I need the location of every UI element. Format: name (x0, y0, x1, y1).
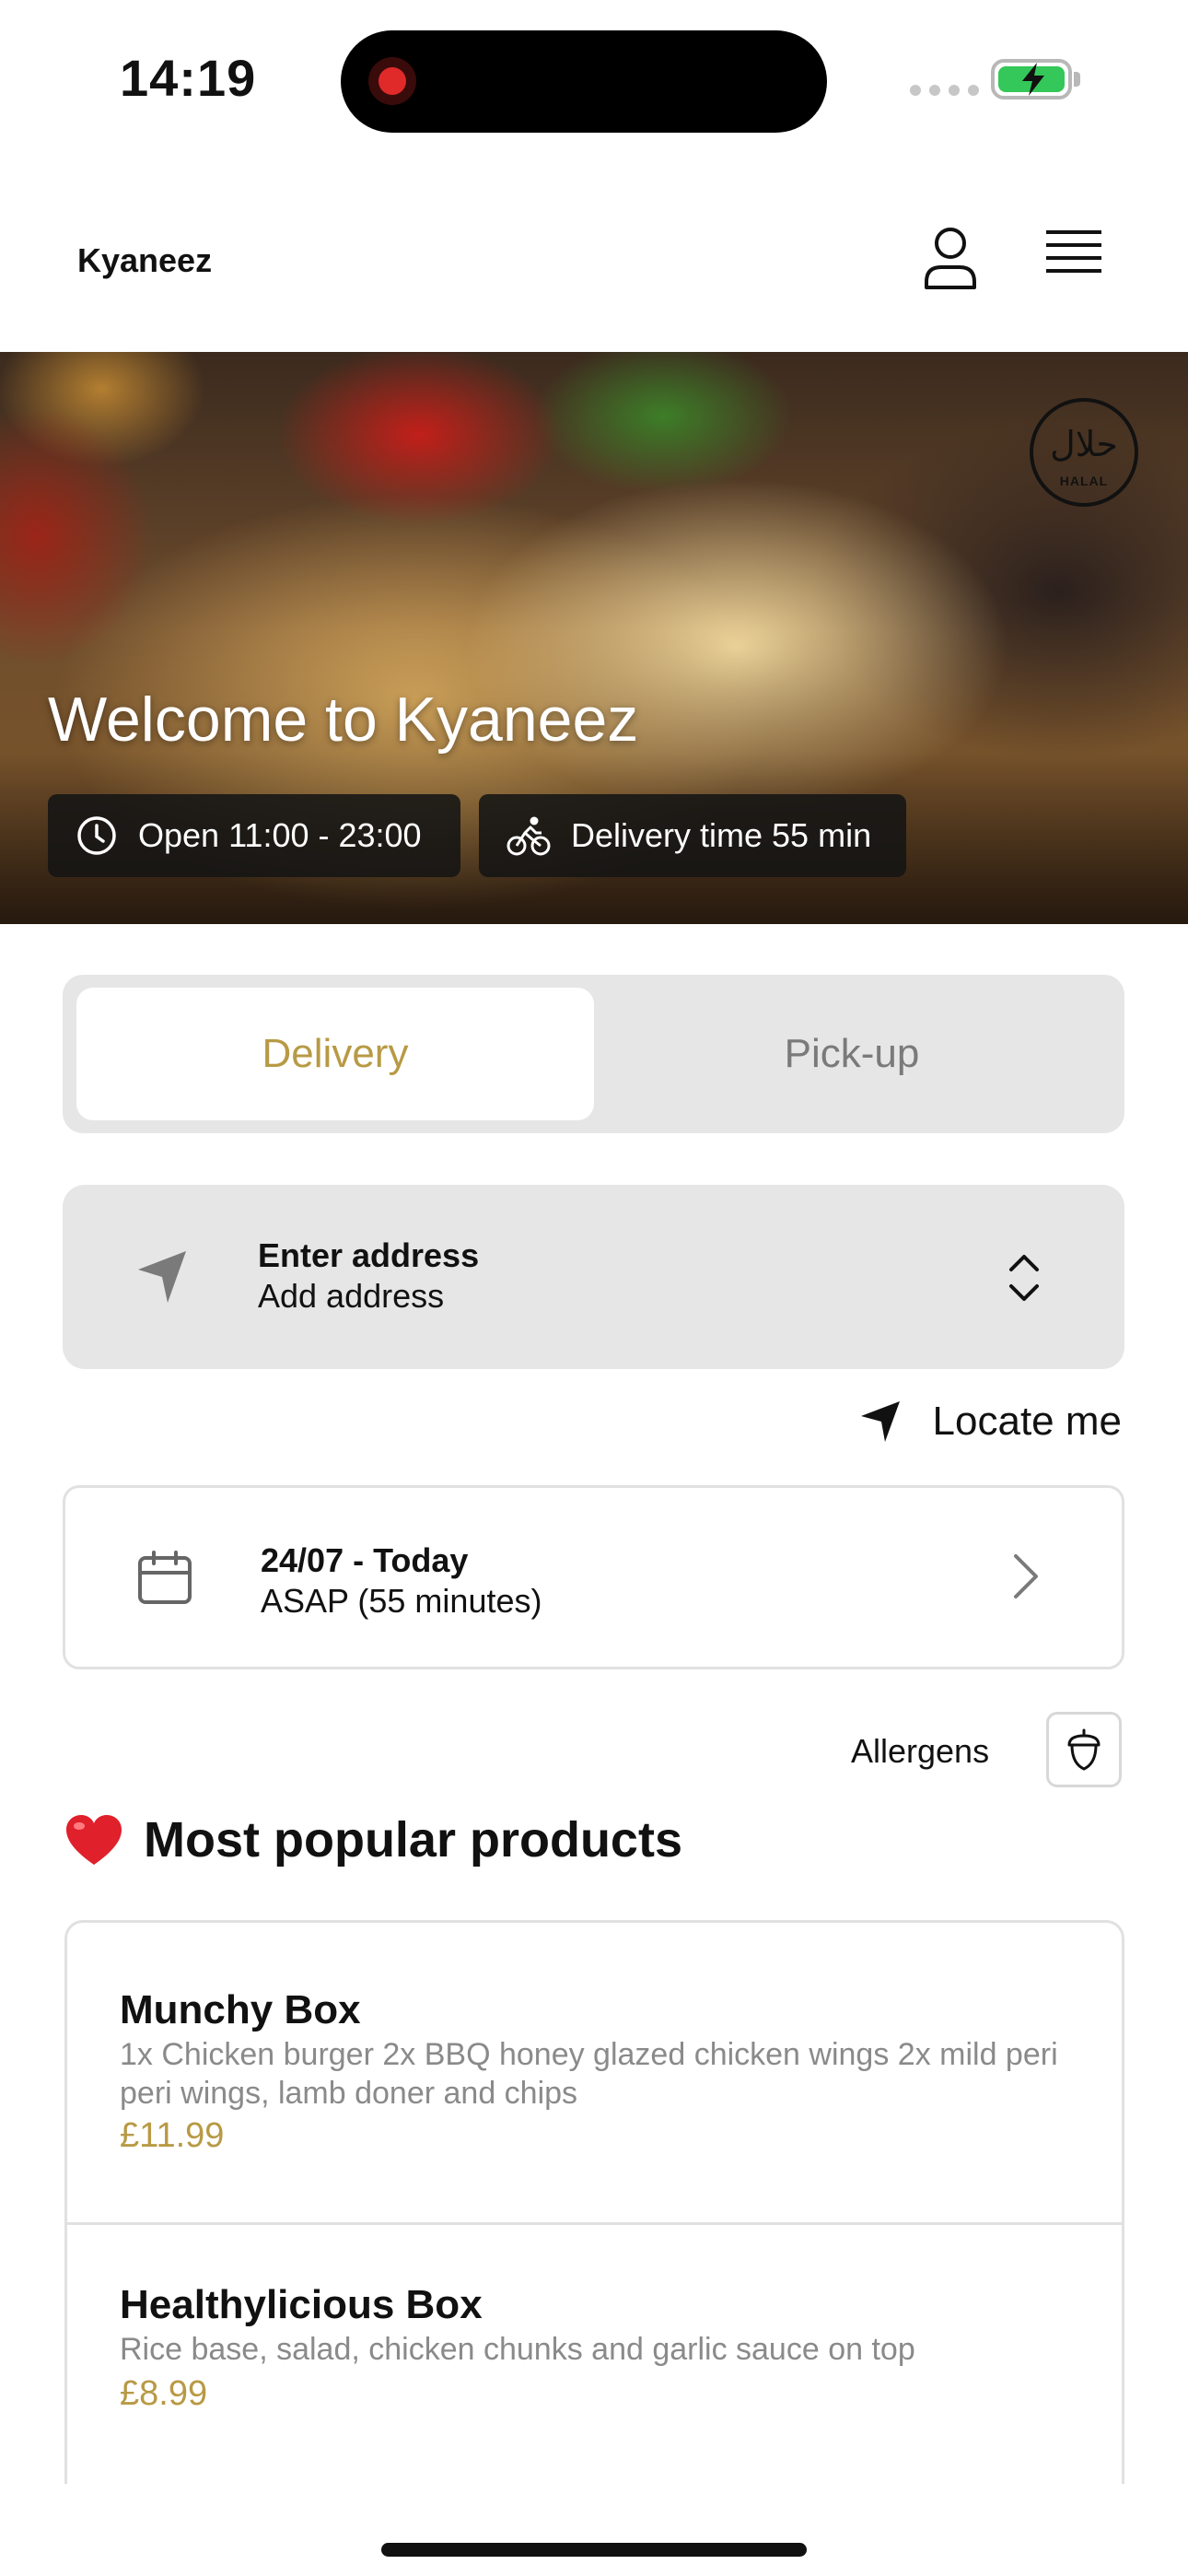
dynamic-island (341, 30, 827, 133)
delivery-time-text: Delivery time 55 min (571, 816, 872, 854)
delivery-time-pill: Delivery time 55 min (479, 794, 906, 877)
chevron-right-icon (1014, 1554, 1038, 1598)
navigation-arrow-icon (138, 1251, 186, 1303)
product-card[interactable]: Healthylicious Box Rice base, salad, chi… (67, 2225, 1122, 2484)
calendar-icon (138, 1551, 192, 1604)
product-description: Rice base, salad, chicken chunks and gar… (120, 2332, 915, 2367)
user-icon (925, 228, 976, 289)
menu-button[interactable] (1041, 223, 1107, 289)
opening-hours-text: Open 11:00 - 23:00 (138, 816, 422, 854)
acorn-icon (1067, 1728, 1101, 1771)
home-indicator[interactable] (381, 2543, 807, 2557)
brand-name[interactable]: Kyaneez (77, 241, 212, 280)
battery-icon (991, 59, 1072, 100)
tab-delivery[interactable]: Delivery (76, 988, 594, 1120)
address-selector[interactable]: Enter address Add address (63, 1185, 1124, 1369)
bike-icon (507, 816, 551, 856)
product-price: £11.99 (120, 2116, 225, 2155)
tab-pickup[interactable]: Pick-up (593, 988, 1111, 1120)
allergens-button[interactable] (1046, 1712, 1122, 1787)
chevron-up-down-icon (1009, 1255, 1039, 1301)
status-bar: 14:19 (0, 0, 1188, 157)
hero-banner: حلال HALAL Welcome to Kyaneez Open 11:00… (0, 352, 1188, 924)
opening-hours-pill: Open 11:00 - 23:00 (48, 794, 460, 877)
hero-title: Welcome to Kyaneez (48, 685, 639, 755)
product-list: Munchy Box 1x Chicken burger 2x BBQ hone… (64, 1920, 1124, 2484)
allergens-label: Allergens (851, 1732, 990, 1770)
locate-me-label: Locate me (932, 1399, 1122, 1444)
product-name: Healthylicious Box (120, 2282, 483, 2327)
address-title: Enter address (258, 1236, 480, 1274)
heart-icon (66, 1815, 122, 1865)
status-time: 14:19 (120, 49, 257, 107)
battery-tip (1074, 72, 1080, 87)
section-heading: Most popular products (64, 1811, 682, 1868)
delivery-date: 24/07 - Today (261, 1541, 469, 1579)
record-icon (368, 57, 416, 105)
section-heading-text: Most popular products (144, 1812, 682, 1868)
signal-icon (910, 85, 979, 96)
halal-badge-icon: حلال HALAL (1030, 398, 1138, 507)
menu-icon (1046, 230, 1101, 273)
product-card[interactable]: Munchy Box 1x Chicken burger 2x BBQ hone… (67, 1923, 1122, 2225)
delivery-time-selector[interactable]: 24/07 - Today ASAP (55 minutes) (63, 1485, 1124, 1669)
account-button[interactable] (914, 221, 987, 295)
clock-icon (77, 816, 116, 855)
order-mode-toggle: Delivery Pick-up (63, 975, 1124, 1133)
address-subtitle: Add address (258, 1277, 445, 1315)
delivery-time: ASAP (55 minutes) (261, 1582, 542, 1620)
top-nav: Kyaneez (0, 157, 1188, 352)
product-description: 1x Chicken burger 2x BBQ honey glazed ch… (120, 2037, 1058, 2111)
locate-me-button[interactable]: Locate me (859, 1399, 1122, 1445)
product-price: £8.99 (120, 2374, 208, 2413)
navigation-arrow-icon (860, 1401, 900, 1442)
product-name: Munchy Box (120, 1987, 361, 2032)
